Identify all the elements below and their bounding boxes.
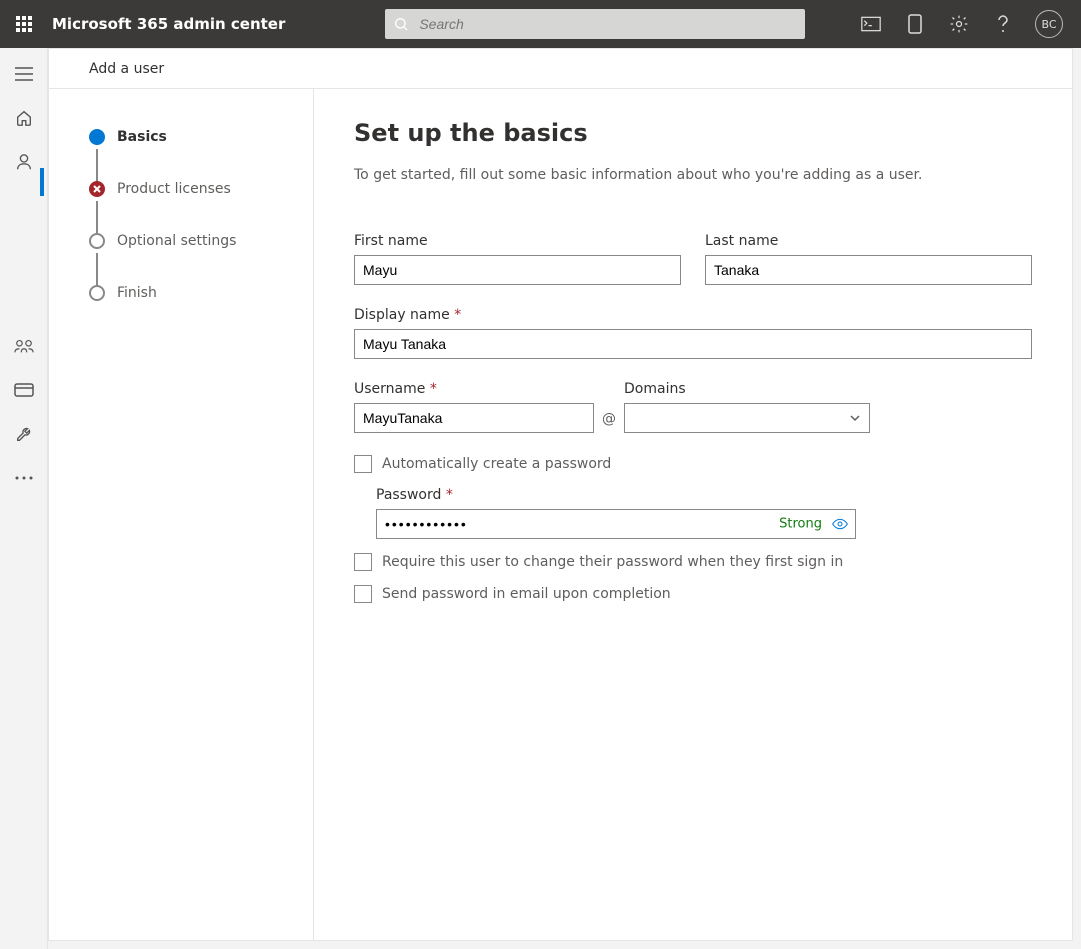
form-area: Set up the basics To get started, fill o… [314, 89, 1072, 940]
require-change-label: Require this user to change their passwo… [382, 554, 843, 570]
account-avatar[interactable]: BC [1035, 10, 1063, 38]
step-finish[interactable]: Finish [89, 285, 293, 301]
first-name-label: First name [354, 233, 681, 249]
groups-icon[interactable] [12, 334, 36, 358]
active-indicator [40, 168, 44, 196]
domains-select[interactable] [624, 403, 870, 433]
hamburger-icon[interactable] [12, 62, 36, 86]
step-basics[interactable]: Basics [89, 129, 293, 145]
billing-icon[interactable] [12, 378, 36, 402]
require-change-row: Require this user to change their passwo… [354, 553, 1032, 571]
top-header: Microsoft 365 admin center BC [0, 0, 1081, 48]
last-name-field: Last name [705, 233, 1032, 285]
last-name-input[interactable] [705, 255, 1032, 285]
username-input[interactable] [354, 403, 594, 433]
main-panel: Add a user Basics Product licenses Optio… [48, 48, 1073, 941]
mobile-icon[interactable] [903, 12, 927, 36]
search-container [385, 9, 805, 39]
topbar-actions: BC [859, 10, 1071, 38]
settings-icon[interactable] [947, 12, 971, 36]
step-label: Optional settings [117, 233, 236, 249]
step-label: Finish [117, 285, 157, 301]
search-input[interactable] [417, 15, 797, 33]
left-nav [0, 48, 48, 949]
form-title: Set up the basics [354, 119, 1032, 147]
panel-header: Add a user [49, 49, 1072, 89]
auto-password-checkbox[interactable] [354, 455, 372, 473]
last-name-label: Last name [705, 233, 1032, 249]
step-dot-filled-icon [89, 129, 105, 145]
username-field: Username * [354, 381, 594, 433]
username-label: Username * [354, 381, 594, 397]
password-strength: Strong [779, 517, 822, 532]
search-icon [393, 16, 409, 32]
password-field: Password * Strong [376, 487, 1032, 539]
shell-icon[interactable] [859, 12, 883, 36]
eye-icon[interactable] [832, 516, 848, 532]
step-dot-empty-icon [89, 285, 105, 301]
step-label: Basics [117, 129, 167, 145]
send-email-label: Send password in email upon completion [382, 586, 671, 602]
step-dot-error-icon [89, 181, 105, 197]
first-name-field: First name [354, 233, 681, 285]
first-name-input[interactable] [354, 255, 681, 285]
app-launcher-icon[interactable] [10, 10, 38, 38]
step-dot-empty-icon [89, 233, 105, 249]
users-icon[interactable] [12, 150, 36, 174]
setup-icon[interactable] [12, 422, 36, 446]
step-label: Product licenses [117, 181, 231, 197]
app-title: Microsoft 365 admin center [52, 15, 285, 33]
help-icon[interactable] [991, 12, 1015, 36]
wizard-steps: Basics Product licenses Optional setting… [49, 89, 314, 940]
domains-label: Domains [624, 381, 870, 397]
step-optional-settings[interactable]: Optional settings [89, 233, 293, 249]
step-product-licenses[interactable]: Product licenses [89, 181, 293, 197]
display-name-label: Display name * [354, 307, 1032, 323]
more-icon[interactable] [12, 466, 36, 490]
home-icon[interactable] [12, 106, 36, 130]
domains-field: Domains [624, 381, 870, 433]
send-email-row: Send password in email upon completion [354, 585, 1032, 603]
require-change-checkbox[interactable] [354, 553, 372, 571]
panel-title: Add a user [89, 61, 164, 77]
display-name-input[interactable] [354, 329, 1032, 359]
password-label: Password * [376, 487, 1032, 503]
chevron-down-icon [849, 412, 861, 424]
at-symbol: @ [602, 411, 616, 433]
auto-password-label: Automatically create a password [382, 456, 611, 472]
form-description: To get started, fill out some basic info… [354, 167, 1032, 183]
search-box[interactable] [385, 9, 805, 39]
send-email-checkbox[interactable] [354, 585, 372, 603]
display-name-field: Display name * [354, 307, 1032, 359]
auto-password-row: Automatically create a password [354, 455, 1032, 473]
